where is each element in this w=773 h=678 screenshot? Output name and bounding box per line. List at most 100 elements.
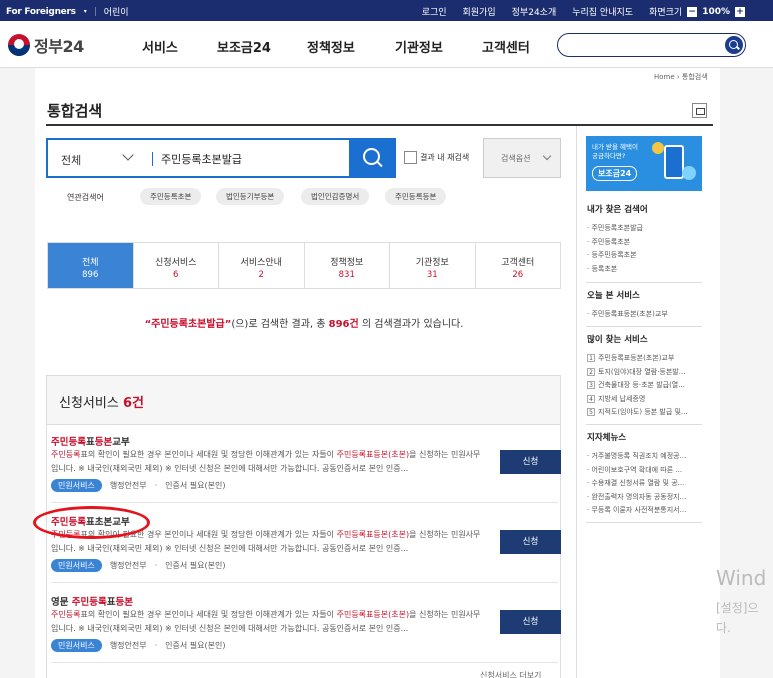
search-icon[interactable] xyxy=(725,36,743,54)
page-title: 통합검색 xyxy=(47,102,103,120)
related-terms-label: 연관검색어 xyxy=(67,193,104,202)
agency-name: 행정안전부 xyxy=(109,481,147,490)
summary-text: 의 검색결과가 있습니다. xyxy=(358,319,464,330)
result-title[interactable]: 영문 주민등록표등본 xyxy=(51,594,133,608)
more-services-link[interactable]: 신청서비스 더보기 xyxy=(480,670,541,678)
within-label: 결과 내 재검색 xyxy=(420,153,470,162)
login-link[interactable]: 로그인 xyxy=(422,5,447,18)
popular-service-item[interactable]: 3 건축물대장 등·초본 발급(열... xyxy=(587,379,688,393)
banner-line: 내가 받을 혜택이 xyxy=(592,143,638,151)
news-item[interactable]: 거주불명등록 직권조치 예정공... xyxy=(587,450,686,464)
title-highlight: 등본 xyxy=(115,597,133,608)
tab-count: 831 xyxy=(338,270,355,280)
logo[interactable]: 정부24 xyxy=(8,33,84,57)
news-item[interactable]: 수용재결 신청서류 열람 및 공... xyxy=(587,477,686,491)
zoom-level: 100% xyxy=(702,6,730,17)
nav-customer-center[interactable]: 고객센터 xyxy=(482,37,530,56)
popular-service-item[interactable]: 5 지적도(임야도) 등본 발급 및... xyxy=(587,406,688,420)
zoom-control: 화면크기 − 100% + xyxy=(649,5,745,18)
my-search-item[interactable]: 주민등록초본 xyxy=(587,236,643,250)
header-search-input[interactable] xyxy=(557,33,746,57)
service-type-badge: 민원서비스 xyxy=(51,559,102,572)
intro-link[interactable]: 정부24소개 xyxy=(512,5,557,18)
title-highlight: 주민등록 xyxy=(71,597,107,608)
popular-service-item[interactable]: 2 토지(임야)대장 열람·등본발... xyxy=(587,366,688,380)
tab-all[interactable]: 전체 896 xyxy=(48,243,134,288)
tab-agency-info[interactable]: 기관정보 31 xyxy=(390,243,476,288)
divider xyxy=(586,326,702,327)
my-search-item[interactable]: 주민등록초본발급 xyxy=(587,222,643,236)
section-title: 신청서비스 6건 xyxy=(59,392,144,411)
desc-highlight: 주민등록 xyxy=(51,450,81,459)
dropdown-icon: ▾ xyxy=(83,8,87,15)
tab-customer-center[interactable]: 고객센터 26 xyxy=(476,243,561,288)
coin-icon xyxy=(682,166,696,180)
nav-agency-info[interactable]: 기관정보 xyxy=(395,37,482,56)
nav-services[interactable]: 서비스 xyxy=(142,37,217,56)
search-options-button[interactable]: 검색옵션 xyxy=(483,138,561,178)
search-within-results[interactable]: 결과 내 재검색 xyxy=(404,151,469,164)
search-input[interactable] xyxy=(161,148,351,170)
title-text: 교부 xyxy=(112,437,130,448)
os-watermark: Wind xyxy=(716,566,767,590)
apply-button[interactable]: 신청 xyxy=(500,610,561,634)
related-term-chip[interactable]: 주민등록초본 xyxy=(140,188,202,205)
rank-number: 5 xyxy=(587,408,595,416)
my-searches-list: 주민등록초본발급 주민등록초본 등주민등록초본 등록초본 xyxy=(587,222,643,276)
tab-count: 31 xyxy=(426,270,438,280)
result-tabs: 전체 896 신청서비스 6 서비스안내 2 정책정보 831 기관정보 31 … xyxy=(47,242,561,289)
within-checkbox[interactable] xyxy=(404,151,417,164)
search-category-select[interactable]: 전체 xyxy=(61,152,81,168)
related-term-chip[interactable]: 법인등기부등본 xyxy=(216,188,285,205)
print-icon[interactable] xyxy=(692,103,707,118)
tab-policy-info[interactable]: 정책정보 831 xyxy=(305,243,390,288)
kids-link[interactable]: 어린이 xyxy=(104,5,129,18)
today-viewed-item[interactable]: 주민등록표등본(초본)교부 xyxy=(587,308,667,322)
search-button[interactable] xyxy=(349,138,396,178)
desc-highlight: 주민등록표등본(초본) xyxy=(336,450,410,459)
watermark-line: [설정]으 xyxy=(716,601,759,615)
zoom-out-button[interactable]: − xyxy=(687,6,698,17)
nav-policy-info[interactable]: 정책정보 xyxy=(307,37,395,56)
chevron-down-icon[interactable] xyxy=(122,149,134,161)
sitemap-link[interactable]: 누리집 안내지도 xyxy=(572,5,633,18)
my-search-item[interactable]: 등록초본 xyxy=(587,263,643,277)
title-text: 영문 xyxy=(51,597,72,608)
zoom-in-button[interactable]: + xyxy=(735,6,745,17)
desc-highlight: 주민등록 xyxy=(51,610,81,619)
result-title[interactable]: 주민등록표등본교부 xyxy=(51,434,130,448)
apply-button[interactable]: 신청 xyxy=(500,450,561,474)
popular-service-label: 지방세 납세증명 xyxy=(598,394,646,403)
coin-icon xyxy=(652,142,664,154)
title-highlight: 등본 xyxy=(94,437,113,448)
news-item[interactable]: 완전출력자 명의자동 공동정지... xyxy=(587,491,686,505)
subsidy24-banner[interactable]: 내가 받을 혜택이 궁금하다면? 보조금24 xyxy=(586,136,702,191)
screen-size-label: 화면크기 xyxy=(649,8,683,18)
phone-icon xyxy=(664,145,684,179)
divider xyxy=(152,152,153,166)
popular-service-item[interactable]: 1 주민등록표등본(초본)교부 xyxy=(587,352,688,366)
popular-service-item[interactable]: 4 지방세 납세증명 xyxy=(587,393,688,407)
cert-requirement: 인증서 필요(본인) xyxy=(165,561,226,570)
my-searches-title: 내가 찾은 검색어 xyxy=(587,205,648,215)
for-foreigners-link[interactable]: For Foreigners xyxy=(6,7,76,17)
local-news-list: 거주불명등록 직권조치 예정공... 어린이보호구역 확대에 따른 ... 수용… xyxy=(587,450,686,518)
join-link[interactable]: 회원가입 xyxy=(463,5,496,18)
tab-label: 전체 xyxy=(81,258,99,268)
result-meta: 민원서비스 행정안전부 · 인증서 필요(본인) xyxy=(51,639,225,652)
my-search-item[interactable]: 등주민등록초본 xyxy=(587,249,643,263)
divider xyxy=(51,662,558,663)
news-item[interactable]: 무등록 이륜자 사전적분통지서... xyxy=(587,504,686,518)
related-term-chip[interactable]: 주민등록등본 xyxy=(385,188,447,205)
rank-number: 1 xyxy=(587,354,595,362)
apply-button[interactable]: 신청 xyxy=(500,530,561,554)
cert-requirement: 인증서 필요(본인) xyxy=(165,481,226,490)
search-summary: “주민등록초본발급”(으)로 검색한 결과, 총 896건 의 검색결과가 있습… xyxy=(47,315,561,330)
tab-apply-services[interactable]: 신청서비스 6 xyxy=(134,243,219,288)
section-title-text: 신청서비스 xyxy=(59,396,119,411)
news-item[interactable]: 어린이보호구역 확대에 따른 ... xyxy=(587,464,686,478)
nav-subsidy24[interactable]: 보조금24 xyxy=(217,37,307,56)
tab-service-guide[interactable]: 서비스안내 2 xyxy=(219,243,305,288)
tab-label: 기관정보 xyxy=(415,258,449,268)
related-term-chip[interactable]: 법인인감증명서 xyxy=(301,188,370,205)
